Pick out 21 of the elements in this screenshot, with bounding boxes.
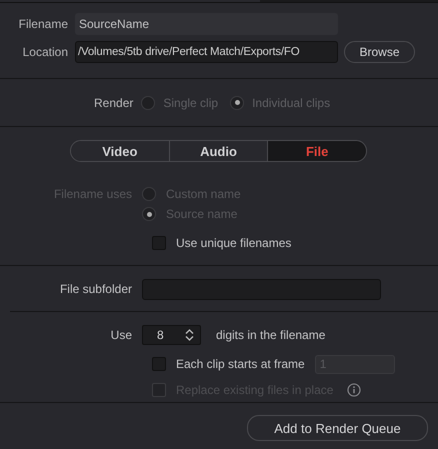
checkbox[interactable]	[152, 236, 166, 250]
radio-button[interactable]	[141, 96, 156, 110]
radio-button[interactable]	[230, 96, 244, 110]
field-label: Location	[22, 45, 69, 59]
render-label: Render	[94, 96, 134, 110]
checkbox[interactable]	[152, 357, 166, 371]
add-to-render-queue-button[interactable]: Add to Render Queue	[247, 415, 428, 441]
browse-button[interactable]: Browse	[344, 41, 415, 63]
digits-label: digits in the filename	[216, 328, 326, 342]
checkbox-label: Each clip starts at frame	[176, 357, 305, 371]
tab[interactable]: File	[267, 141, 366, 161]
info-icon[interactable]	[347, 383, 362, 397]
subfolder-field[interactable]	[142, 278, 381, 300]
up-down-icon	[185, 329, 194, 341]
use-label: Use	[110, 328, 133, 342]
field-label: Filename	[18, 17, 69, 31]
field-label: File subfolder	[58, 282, 133, 296]
location-field[interactable]: /Volumes/5tb drive/Perfect Match/Exports/FO	[75, 41, 338, 63]
checkbox-label: Use unique filenames	[176, 236, 292, 250]
digits-spinbox[interactable]: 8	[142, 325, 201, 345]
filename-field[interactable]: SourceName	[75, 13, 338, 35]
